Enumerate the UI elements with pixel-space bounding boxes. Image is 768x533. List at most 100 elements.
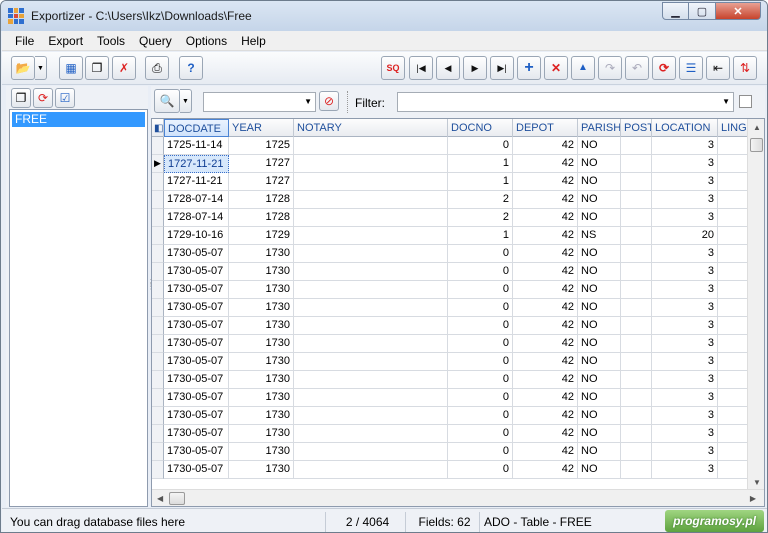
row-indicator[interactable] bbox=[152, 209, 164, 227]
row-indicator[interactable] bbox=[152, 191, 164, 209]
freeze-button[interactable]: ⇤ bbox=[706, 56, 730, 80]
minimize-button[interactable]: ▁ bbox=[662, 2, 689, 20]
cell-docdate[interactable]: 1730-05-07 bbox=[164, 317, 229, 335]
cell-docno[interactable]: 0 bbox=[448, 137, 513, 155]
cell-parish[interactable]: NO bbox=[578, 209, 621, 227]
row-indicator[interactable] bbox=[152, 227, 164, 245]
clear-button[interactable]: ✗ bbox=[112, 56, 136, 80]
table-list[interactable]: FREE bbox=[9, 109, 148, 507]
column-header-docno[interactable]: DOCNO bbox=[448, 119, 513, 137]
cell-docno[interactable]: 1 bbox=[448, 173, 513, 191]
print-button[interactable]: ⎙ bbox=[145, 56, 169, 80]
cell-depot[interactable]: 42 bbox=[513, 425, 578, 443]
horizontal-scrollbar[interactable]: ◀ ▶ bbox=[152, 489, 764, 506]
cell-location[interactable]: 3 bbox=[652, 155, 718, 173]
menu-tools[interactable]: Tools bbox=[90, 31, 132, 51]
row-indicator[interactable] bbox=[152, 407, 164, 425]
columns-button[interactable]: ☰ bbox=[679, 56, 703, 80]
cell-post[interactable] bbox=[621, 191, 652, 209]
row-indicator[interactable] bbox=[152, 299, 164, 317]
table-row[interactable]: 1730-05-07 1730 0 42 NO 3 bbox=[152, 425, 753, 443]
table-list-item-free[interactable]: FREE bbox=[12, 112, 145, 127]
cell-parish[interactable]: NO bbox=[578, 137, 621, 155]
cell-location[interactable]: 3 bbox=[652, 443, 718, 461]
help-button[interactable]: ? bbox=[179, 56, 203, 80]
open-dropdown-button[interactable]: ▼ bbox=[35, 56, 47, 80]
cell-notary[interactable] bbox=[294, 155, 448, 173]
cell-docno[interactable]: 0 bbox=[448, 281, 513, 299]
cell-location[interactable]: 3 bbox=[652, 299, 718, 317]
cell-notary[interactable] bbox=[294, 443, 448, 461]
row-indicator[interactable] bbox=[152, 281, 164, 299]
cell-notary[interactable] bbox=[294, 389, 448, 407]
post-button[interactable]: ↷ bbox=[598, 56, 622, 80]
cell-location[interactable]: 3 bbox=[652, 173, 718, 191]
column-header-depot[interactable]: DEPOT bbox=[513, 119, 578, 137]
row-indicator[interactable] bbox=[152, 353, 164, 371]
cell-notary[interactable] bbox=[294, 281, 448, 299]
sort-button[interactable]: ⇅ bbox=[733, 56, 757, 80]
table-row[interactable]: 1730-05-07 1730 0 42 NO 3 bbox=[152, 407, 753, 425]
cell-year[interactable]: 1730 bbox=[229, 407, 294, 425]
table-row[interactable]: 1730-05-07 1730 0 42 NO 3 bbox=[152, 443, 753, 461]
cell-notary[interactable] bbox=[294, 209, 448, 227]
cell-location[interactable]: 3 bbox=[652, 389, 718, 407]
cell-docno[interactable]: 0 bbox=[448, 389, 513, 407]
cell-parish[interactable]: NO bbox=[578, 407, 621, 425]
cell-parish[interactable]: NO bbox=[578, 191, 621, 209]
cell-docno[interactable]: 0 bbox=[448, 245, 513, 263]
cell-post[interactable] bbox=[621, 227, 652, 245]
cell-post[interactable] bbox=[621, 155, 652, 173]
cell-location[interactable]: 3 bbox=[652, 245, 718, 263]
table-row[interactable]: 1728-07-14 1728 2 42 NO 3 bbox=[152, 209, 753, 227]
cell-depot[interactable]: 42 bbox=[513, 371, 578, 389]
cell-parish[interactable]: NO bbox=[578, 317, 621, 335]
cell-docno[interactable]: 0 bbox=[448, 353, 513, 371]
cell-post[interactable] bbox=[621, 371, 652, 389]
copy-list-button[interactable]: ❐ bbox=[11, 88, 31, 108]
cell-notary[interactable] bbox=[294, 353, 448, 371]
cell-parish[interactable]: NO bbox=[578, 245, 621, 263]
scroll-down-icon[interactable]: ▼ bbox=[753, 478, 761, 487]
cell-year[interactable]: 1730 bbox=[229, 389, 294, 407]
select-list-button[interactable]: ☑ bbox=[55, 88, 75, 108]
cell-docdate[interactable]: 1730-05-07 bbox=[164, 371, 229, 389]
cell-notary[interactable] bbox=[294, 317, 448, 335]
cell-docno[interactable]: 1 bbox=[448, 227, 513, 245]
edit-record-button[interactable]: ▲ bbox=[571, 56, 595, 80]
cell-depot[interactable]: 42 bbox=[513, 191, 578, 209]
cell-notary[interactable] bbox=[294, 299, 448, 317]
column-header-parish[interactable]: PARISH bbox=[578, 119, 621, 137]
cell-docdate[interactable]: 1730-05-07 bbox=[164, 245, 229, 263]
table-row[interactable]: 1729-10-16 1729 1 42 NS 20 bbox=[152, 227, 753, 245]
grid-header-indicator[interactable]: ◧ bbox=[152, 119, 164, 137]
row-indicator[interactable] bbox=[152, 173, 164, 191]
cell-location[interactable]: 3 bbox=[652, 407, 718, 425]
cell-notary[interactable] bbox=[294, 263, 448, 281]
cell-docdate[interactable]: 1728-07-14 bbox=[164, 209, 229, 227]
cell-year[interactable]: 1730 bbox=[229, 425, 294, 443]
menu-help[interactable]: Help bbox=[234, 31, 273, 51]
row-indicator[interactable] bbox=[152, 443, 164, 461]
cell-docdate[interactable]: 1730-05-07 bbox=[164, 353, 229, 371]
cell-year[interactable]: 1729 bbox=[229, 227, 294, 245]
cell-year[interactable]: 1730 bbox=[229, 299, 294, 317]
cell-notary[interactable] bbox=[294, 245, 448, 263]
last-record-button[interactable]: ▶| bbox=[490, 56, 514, 80]
row-indicator[interactable] bbox=[152, 371, 164, 389]
row-indicator[interactable] bbox=[152, 335, 164, 353]
cell-year[interactable]: 1730 bbox=[229, 245, 294, 263]
table-row[interactable]: 1730-05-07 1730 0 42 NO 3 bbox=[152, 389, 753, 407]
row-indicator[interactable] bbox=[152, 425, 164, 443]
menu-query[interactable]: Query bbox=[132, 31, 179, 51]
cell-year[interactable]: 1725 bbox=[229, 137, 294, 155]
cell-depot[interactable]: 42 bbox=[513, 317, 578, 335]
table-row[interactable]: 1727-11-21 1727 1 42 NO 3 bbox=[152, 173, 753, 191]
cell-year[interactable]: 1730 bbox=[229, 281, 294, 299]
cell-notary[interactable] bbox=[294, 173, 448, 191]
column-header-docdate[interactable]: DOCDATE bbox=[164, 119, 229, 137]
prior-record-button[interactable]: ◀ bbox=[436, 56, 460, 80]
cell-notary[interactable] bbox=[294, 461, 448, 479]
cell-notary[interactable] bbox=[294, 137, 448, 155]
cell-depot[interactable]: 42 bbox=[513, 299, 578, 317]
